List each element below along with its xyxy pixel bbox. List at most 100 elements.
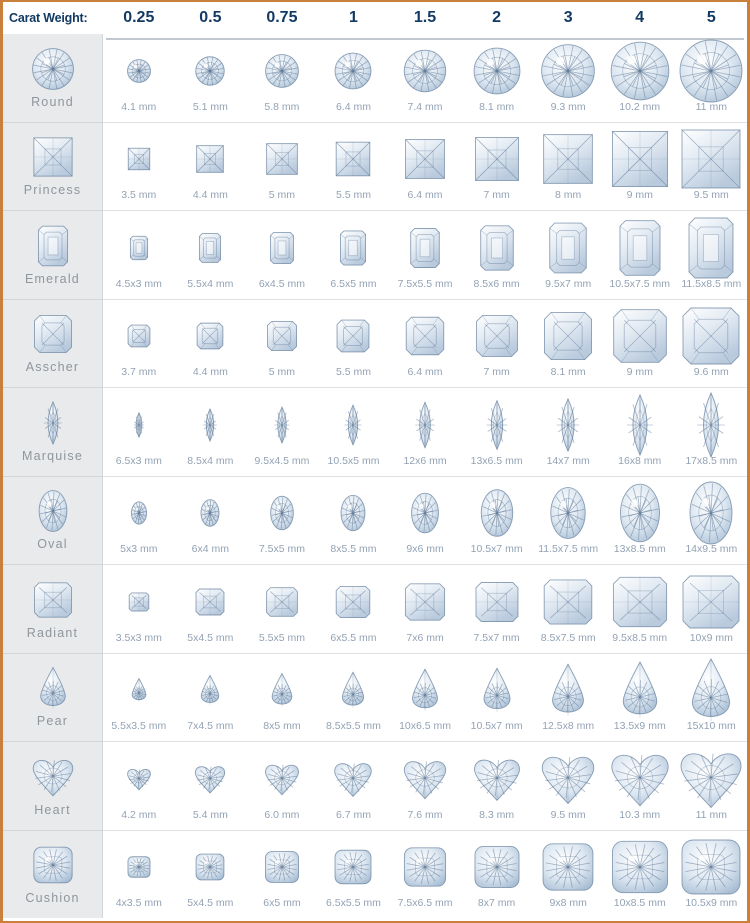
size-cell-oval-4ct[interactable]: 13x8.5 mm <box>604 477 676 565</box>
size-cell-marquise-4ct[interactable]: 16x8 mm <box>604 388 676 476</box>
size-cell-pear-0.75ct[interactable]: 8x5 mm <box>246 654 318 742</box>
size-cell-cushion-1.5ct[interactable]: 7.5x6.5 mm <box>389 831 461 919</box>
size-cell-heart-0.75ct[interactable]: 6.0 mm <box>246 742 318 830</box>
size-cell-princess-1.5ct[interactable]: 6.4 mm <box>389 123 461 211</box>
size-cell-asscher-0.75ct[interactable]: 5 mm <box>246 300 318 388</box>
size-cell-pear-0.5ct[interactable]: 7x4.5 mm <box>175 654 247 742</box>
size-cell-round-2ct[interactable]: 8.1 mm <box>461 34 533 122</box>
size-cell-princess-5ct[interactable]: 9.5 mm <box>676 123 748 211</box>
size-cell-princess-1ct[interactable]: 5.5 mm <box>318 123 390 211</box>
size-cell-pear-4ct[interactable]: 13.5x9 mm <box>604 654 676 742</box>
size-cell-cushion-0.75ct[interactable]: 6x5 mm <box>246 831 318 919</box>
round-diamond-icon <box>103 43 175 99</box>
size-cell-pear-0.25ct[interactable]: 5.5x3.5 mm <box>103 654 175 742</box>
size-cell-heart-2ct[interactable]: 8.3 mm <box>461 742 533 830</box>
size-cell-oval-0.75ct[interactable]: 7.5x5 mm <box>246 477 318 565</box>
oval-diamond-icon <box>532 485 604 541</box>
size-cell-round-0.25ct[interactable]: 4.1 mm <box>103 34 175 122</box>
size-cell-asscher-3ct[interactable]: 8.1 mm <box>532 300 604 388</box>
size-cell-cushion-0.25ct[interactable]: 4x3.5 mm <box>103 831 175 919</box>
size-cell-heart-1.5ct[interactable]: 7.6 mm <box>389 742 461 830</box>
size-cell-round-4ct[interactable]: 10.2 mm <box>604 34 676 122</box>
size-cell-round-5ct[interactable]: 11 mm <box>676 34 748 122</box>
size-cell-radiant-3ct[interactable]: 8.5x7.5 mm <box>532 565 604 653</box>
size-cell-emerald-1.5ct[interactable]: 7.5x5.5 mm <box>389 211 461 299</box>
size-cell-oval-2ct[interactable]: 10.5x7 mm <box>461 477 533 565</box>
size-cell-cushion-1ct[interactable]: 6.5x5.5 mm <box>318 831 390 919</box>
size-cell-asscher-1.5ct[interactable]: 6.4 mm <box>389 300 461 388</box>
size-cell-cushion-4ct[interactable]: 10x8.5 mm <box>604 831 676 919</box>
size-cell-radiant-4ct[interactable]: 9.5x8.5 mm <box>604 565 676 653</box>
size-cell-cushion-0.5ct[interactable]: 5x4.5 mm <box>175 831 247 919</box>
size-cell-heart-0.25ct[interactable]: 4.2 mm <box>103 742 175 830</box>
size-cell-emerald-5ct[interactable]: 11.5x8.5 mm <box>676 211 748 299</box>
size-cell-emerald-0.25ct[interactable]: 4.5x3 mm <box>103 211 175 299</box>
size-cell-marquise-1ct[interactable]: 10.5x5 mm <box>318 388 390 476</box>
size-cell-radiant-2ct[interactable]: 7.5x7 mm <box>461 565 533 653</box>
size-cell-radiant-5ct[interactable]: 10x9 mm <box>676 565 748 653</box>
size-cell-emerald-0.75ct[interactable]: 6x4.5 mm <box>246 211 318 299</box>
carat-header-5: 5 <box>706 9 716 26</box>
asscher-diamond-icon <box>544 312 593 361</box>
size-cell-cushion-5ct[interactable]: 10.5x9 mm <box>676 831 748 919</box>
size-cell-asscher-5ct[interactable]: 9.6 mm <box>676 300 748 388</box>
size-cell-pear-1.5ct[interactable]: 10x6.5 mm <box>389 654 461 742</box>
size-cell-asscher-2ct[interactable]: 7 mm <box>461 300 533 388</box>
size-cell-marquise-0.25ct[interactable]: 6.5x3 mm <box>103 388 175 476</box>
size-cell-asscher-0.5ct[interactable]: 4.4 mm <box>175 300 247 388</box>
size-cell-pear-2ct[interactable]: 10.5x7 mm <box>461 654 533 742</box>
size-cell-princess-2ct[interactable]: 7 mm <box>461 123 533 211</box>
size-cell-round-3ct[interactable]: 9.3 mm <box>532 34 604 122</box>
size-cell-radiant-0.5ct[interactable]: 5x4.5 mm <box>175 565 247 653</box>
size-cell-radiant-1ct[interactable]: 6x5.5 mm <box>318 565 390 653</box>
size-cell-radiant-0.25ct[interactable]: 3.5x3 mm <box>103 565 175 653</box>
size-cell-round-1ct[interactable]: 6.4 mm <box>318 34 390 122</box>
size-cell-princess-4ct[interactable]: 9 mm <box>604 123 676 211</box>
size-cell-oval-0.25ct[interactable]: 5x3 mm <box>103 477 175 565</box>
size-cell-pear-3ct[interactable]: 12.5x8 mm <box>532 654 604 742</box>
size-cell-radiant-1.5ct[interactable]: 7x6 mm <box>389 565 461 653</box>
size-cell-oval-1.5ct[interactable]: 9x6 mm <box>389 477 461 565</box>
size-cell-princess-0.25ct[interactable]: 3.5 mm <box>103 123 175 211</box>
size-cell-asscher-4ct[interactable]: 9 mm <box>604 300 676 388</box>
size-cell-round-1.5ct[interactable]: 7.4 mm <box>389 34 461 122</box>
size-cell-emerald-0.5ct[interactable]: 5.5x4 mm <box>175 211 247 299</box>
size-cell-marquise-3ct[interactable]: 14x7 mm <box>532 388 604 476</box>
size-cell-heart-3ct[interactable]: 9.5 mm <box>532 742 604 830</box>
size-cell-cushion-2ct[interactable]: 8x7 mm <box>461 831 533 919</box>
size-cell-asscher-0.25ct[interactable]: 3.7 mm <box>103 300 175 388</box>
size-cell-oval-5ct[interactable]: 14x9.5 mm <box>676 477 748 565</box>
size-cell-marquise-0.75ct[interactable]: 9.5x4.5 mm <box>246 388 318 476</box>
size-cell-round-0.5ct[interactable]: 5.1 mm <box>175 34 247 122</box>
size-cell-heart-4ct[interactable]: 10.3 mm <box>604 742 676 830</box>
size-cell-emerald-4ct[interactable]: 10.5x7.5 mm <box>604 211 676 299</box>
size-cell-heart-1ct[interactable]: 6.7 mm <box>318 742 390 830</box>
size-cell-princess-0.5ct[interactable]: 4.4 mm <box>175 123 247 211</box>
size-cell-marquise-2ct[interactable]: 13x6.5 mm <box>461 388 533 476</box>
size-cell-oval-1ct[interactable]: 8x5.5 mm <box>318 477 390 565</box>
carat-header-0.5: 0.5 <box>199 9 222 26</box>
size-cell-emerald-1ct[interactable]: 6.5x5 mm <box>318 211 390 299</box>
size-cell-emerald-2ct[interactable]: 8.5x6 mm <box>461 211 533 299</box>
shape-row-label-marquise: Marquise <box>3 388 102 477</box>
size-cell-heart-5ct[interactable]: 11 mm <box>676 742 748 830</box>
size-cell-marquise-5ct[interactable]: 17x8.5 mm <box>676 388 748 476</box>
size-value: 5 mm <box>268 366 296 379</box>
size-cell-princess-0.75ct[interactable]: 5 mm <box>246 123 318 211</box>
size-cell-marquise-1.5ct[interactable]: 12x6 mm <box>389 388 461 476</box>
size-value: 13x8.5 mm <box>613 543 666 556</box>
size-cell-oval-0.5ct[interactable]: 6x4 mm <box>175 477 247 565</box>
princess-diamond-icon <box>611 131 668 188</box>
size-cell-marquise-0.5ct[interactable]: 8.5x4 mm <box>175 388 247 476</box>
size-value: 7x4.5 mm <box>187 720 234 733</box>
size-cell-pear-1ct[interactable]: 8.5x5.5 mm <box>318 654 390 742</box>
size-cell-heart-0.5ct[interactable]: 5.4 mm <box>175 742 247 830</box>
size-cell-emerald-3ct[interactable]: 9.5x7 mm <box>532 211 604 299</box>
size-cell-oval-3ct[interactable]: 11.5x7.5 mm <box>532 477 604 565</box>
size-cell-pear-5ct[interactable]: 15x10 mm <box>676 654 748 742</box>
size-cell-princess-3ct[interactable]: 8 mm <box>532 123 604 211</box>
size-cell-asscher-1ct[interactable]: 5.5 mm <box>318 300 390 388</box>
size-cell-round-0.75ct[interactable]: 5.8 mm <box>246 34 318 122</box>
size-cell-cushion-3ct[interactable]: 9x8 mm <box>532 831 604 919</box>
size-cell-radiant-0.75ct[interactable]: 5.5x5 mm <box>246 565 318 653</box>
